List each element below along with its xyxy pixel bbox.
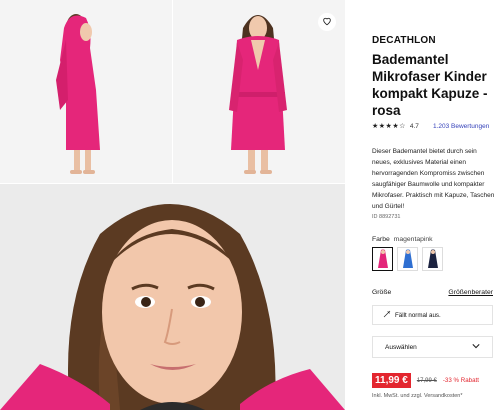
heart-icon [322,13,332,31]
color-label-text: Farbe [372,236,390,243]
swatch-blau[interactable] [397,247,418,271]
color-swatches [372,247,443,271]
price-row: 11,99 € 17,99 € -33 % Rabatt [372,373,479,388]
rating-value: 4.7 [409,122,419,130]
fit-info: Fällt normal aus. [372,305,493,325]
product-image-closeup[interactable] [0,184,345,410]
current-price: 11,99 € [372,373,411,388]
swatch-navy[interactable] [422,247,443,271]
product-image-side[interactable] [0,0,172,183]
selected-color: magentapink [393,236,433,243]
product-description: Dieser Bademantel bietet durch sein neue… [372,148,495,210]
size-guide-link[interactable]: Größenberater [448,289,493,296]
product-id: ID 8892731 [372,214,401,220]
tax-note[interactable]: Inkl. MwSt. und zzgl. Versandkosten* [372,393,463,399]
pencil-ruler-icon [383,310,391,320]
size-label: Größe [372,289,392,296]
reviews-link[interactable]: 1.203 Bewertungen [433,123,489,130]
size-select-text: Auswählen [385,343,417,351]
rating-stars-icon: ★★★★☆ [372,123,406,130]
color-label: Farbe magentapink [372,236,433,243]
product-gallery [0,0,345,410]
fit-text: Fällt normal aus. [395,311,441,319]
brand-name[interactable]: DECATHLON [372,35,436,46]
swatch-magentapink[interactable] [372,247,393,271]
size-row: Größe Größenberater [372,289,493,296]
chevron-down-icon [472,343,480,351]
old-price: 17,99 € [416,377,437,384]
favorite-button[interactable] [318,13,336,31]
product-title: Bademantel Mikrofaser Kinder kompakt Kap… [372,52,488,118]
rating-row: ★★★★☆ 4.7 1.203 Bewertungen [372,122,489,131]
size-select[interactable]: Auswählen [372,336,493,358]
discount-badge: -33 % Rabatt [442,377,479,384]
